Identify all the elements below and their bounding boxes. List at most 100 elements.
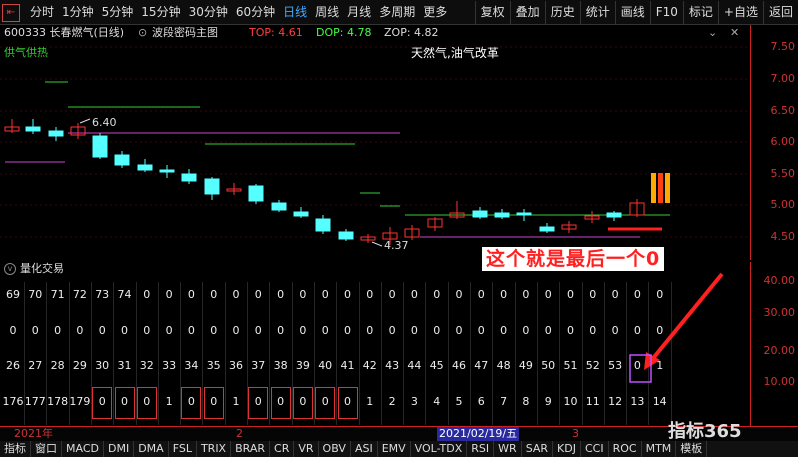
settings-circle-icon[interactable]: ⊙ <box>138 25 147 41</box>
indicator-tab-7[interactable]: BRAR <box>231 441 271 457</box>
indicator-tab-10[interactable]: OBV <box>319 441 351 457</box>
quant-cell: 0 <box>544 324 552 337</box>
indicator-tab-9[interactable]: VR <box>294 441 319 457</box>
indicator-tab-6[interactable]: TRIX <box>197 441 232 457</box>
quant-cell: 42 <box>362 359 377 372</box>
indicator-tab-8[interactable]: CR <box>270 441 295 457</box>
period-tab-4[interactable]: 30分钟 <box>185 0 232 24</box>
quant-cell: 0 <box>477 324 485 337</box>
tool-button-8[interactable]: 返回 <box>762 1 798 24</box>
indicator-name[interactable]: 波段密码主图 <box>152 25 218 41</box>
quant-cell: 50 <box>541 359 556 372</box>
close-icon[interactable]: ✕ <box>730 25 739 41</box>
indicator-tab-12[interactable]: EMV <box>378 441 411 457</box>
zero-box <box>92 387 113 419</box>
period-tab-9[interactable]: 多周期 <box>375 0 419 24</box>
quant-cell: 10 <box>563 395 578 408</box>
tool-button-4[interactable]: 画线 <box>614 1 650 24</box>
quant-cell: 0 <box>366 324 374 337</box>
indicator-tab-15[interactable]: WR <box>494 441 522 457</box>
annotation-text: 这个就是最后一个0 <box>482 247 665 271</box>
period-tab-0[interactable]: 分时 <box>26 0 58 24</box>
indicator-tab-1[interactable]: 窗口 <box>31 441 62 457</box>
signal-bar <box>651 173 656 203</box>
column-divider <box>670 282 672 425</box>
indicator-circle-icon[interactable]: v <box>4 263 16 275</box>
quant-cell: 48 <box>496 359 511 372</box>
zop-value: ZOP: 4.82 <box>384 26 439 39</box>
period-tab-2[interactable]: 5分钟 <box>98 0 138 24</box>
indicator-tab-19[interactable]: ROC <box>609 441 642 457</box>
back-icon[interactable]: ⇤ <box>2 4 20 22</box>
quant-cell: 0 <box>277 324 285 337</box>
indicator-tab-18[interactable]: CCI <box>581 441 609 457</box>
indicator-tab-16[interactable]: SAR <box>522 441 554 457</box>
tool-button-3[interactable]: 统计 <box>579 1 615 24</box>
indicator-tab-4[interactable]: DMA <box>134 441 169 457</box>
indicator-tab-3[interactable]: DMI <box>104 441 135 457</box>
quant-cell: 0 <box>121 324 128 337</box>
selected-date[interactable]: 2021/02/19/五 <box>437 427 520 441</box>
zero-box <box>248 387 269 419</box>
quant-cell: 44 <box>407 359 422 372</box>
indicator-tab-21[interactable]: 模板 <box>676 441 708 457</box>
quant-cell: 0 <box>589 324 597 337</box>
zero-box <box>315 387 336 419</box>
quant-cell: 71 <box>50 288 65 301</box>
chevron-down-icon[interactable]: ⌄ <box>708 25 717 41</box>
tool-button-7[interactable]: +自选 <box>717 1 763 24</box>
quant-cell: 43 <box>385 359 400 372</box>
indicator-tab-17[interactable]: KDJ <box>553 441 581 457</box>
indicator-tab-20[interactable]: MTM <box>642 441 677 457</box>
quant-cell: 0 <box>165 324 173 337</box>
quant-cell: 0 <box>522 324 530 337</box>
quant-cell: 12 <box>608 395 623 408</box>
period-tab-3[interactable]: 15分钟 <box>137 0 184 24</box>
indicator-tab-0[interactable]: 指标 <box>0 441 31 457</box>
quant-cell: 69 <box>6 288 20 301</box>
period-tab-8[interactable]: 月线 <box>343 0 375 24</box>
quant-cell: 0 <box>76 324 84 337</box>
quant-cell: 0 <box>344 324 351 337</box>
tool-button-0[interactable]: 复权 <box>474 1 510 24</box>
indicator-tab-13[interactable]: VOL-TDX <box>411 441 468 457</box>
quant-cell: 0 <box>611 324 619 337</box>
quant-cell: 1 <box>232 395 240 408</box>
price-tick: 7.00 <box>770 72 796 85</box>
quant-cell: 0 <box>31 324 39 337</box>
quant-cell: 47 <box>474 359 489 372</box>
quant-cell: 7 <box>500 395 508 408</box>
tool-button-6[interactable]: 标记 <box>682 1 718 24</box>
period-tab-5[interactable]: 60分钟 <box>232 0 279 24</box>
quant-cell: 32 <box>139 359 154 372</box>
tool-button-2[interactable]: 历史 <box>544 1 580 24</box>
quant-cell: 34 <box>184 359 199 372</box>
quant-cell: 28 <box>50 359 65 372</box>
quant-cell: 51 <box>563 359 578 372</box>
quant-cell: 0 <box>321 324 329 337</box>
indicator-tab-5[interactable]: FSL <box>169 441 197 457</box>
quant-cell: 3 <box>410 395 418 408</box>
period-tab-1[interactable]: 1分钟 <box>58 0 98 24</box>
indicator-tab-11[interactable]: ASI <box>351 441 378 457</box>
period-tab-7[interactable]: 周线 <box>311 0 343 24</box>
period-tab-6[interactable]: 日线 <box>279 0 311 24</box>
quant-cell: 33 <box>162 359 177 372</box>
chart-info-bar: 600333 长春燃气(日线) ⊙ 波段密码主图 TOP: 4.61 DOP: … <box>0 25 750 41</box>
indicator-tab-14[interactable]: RSI <box>467 441 495 457</box>
quant-cell: 74 <box>117 288 132 301</box>
month-label-3: 3 <box>572 427 579 440</box>
quant-cell: 0 <box>633 288 641 301</box>
period-tab-10[interactable]: 更多 <box>419 0 451 24</box>
tool-button-5[interactable]: F10 <box>649 1 683 24</box>
tool-button-1[interactable]: 叠加 <box>509 1 545 24</box>
candle-body <box>181 173 197 182</box>
quant-cell: 0 <box>210 288 218 301</box>
indicator-tab-2[interactable]: MACD <box>62 441 104 457</box>
candlestick-chart[interactable]: 供气供热 天然气,油气改革 6.40 4.37 <box>0 41 750 260</box>
quant-cell: 0 <box>589 288 597 301</box>
quant-cell: 9 <box>544 395 552 408</box>
quant-cell: 1 <box>165 395 173 408</box>
quant-cell: 13 <box>630 395 645 408</box>
quant-cell: 0 <box>410 288 418 301</box>
